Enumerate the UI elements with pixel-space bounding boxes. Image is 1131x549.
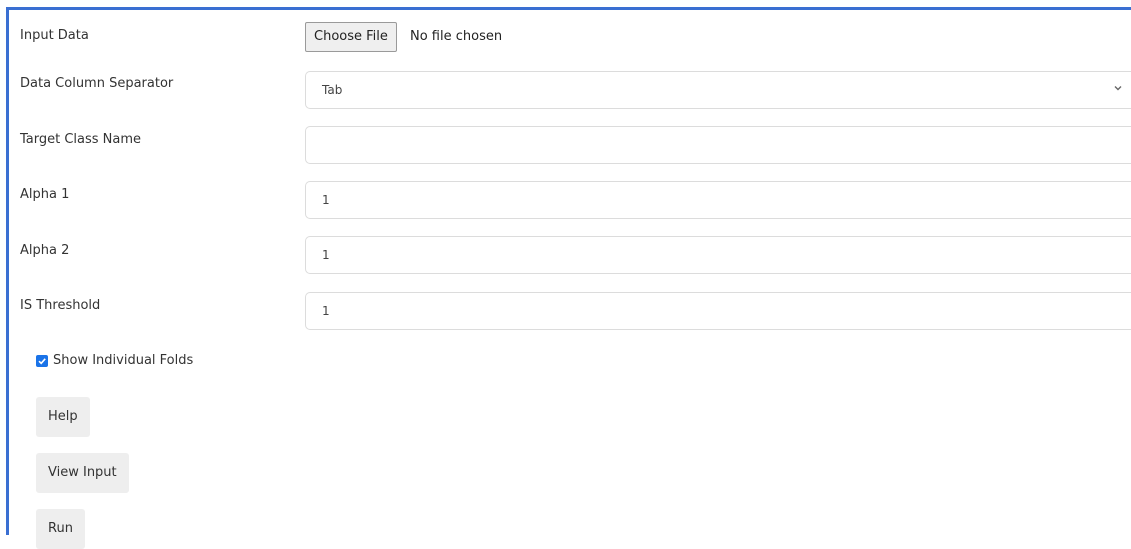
separator-selected-value: Tab xyxy=(322,83,343,97)
file-status-text: No file chosen xyxy=(410,29,503,44)
is-threshold-input[interactable] xyxy=(305,292,1131,330)
target-class-label: Target Class Name xyxy=(20,132,142,147)
input-data-label: Input Data xyxy=(20,28,89,43)
separator-select[interactable]: Tab xyxy=(305,71,1131,109)
show-folds-row[interactable]: Show Individual Folds xyxy=(36,353,193,368)
chevron-down-icon xyxy=(1113,83,1123,96)
checkmark-icon xyxy=(38,357,46,364)
alpha1-input[interactable] xyxy=(305,181,1131,219)
separator-label: Data Column Separator xyxy=(20,76,174,91)
panel-border-top xyxy=(6,7,1131,10)
view-input-button[interactable]: View Input xyxy=(36,453,129,493)
is-threshold-label: IS Threshold xyxy=(20,298,101,313)
show-folds-checkbox[interactable] xyxy=(36,354,48,367)
alpha2-label: Alpha 2 xyxy=(20,243,70,258)
run-button[interactable]: Run xyxy=(36,509,85,549)
alpha1-label: Alpha 1 xyxy=(20,187,70,202)
show-folds-label: Show Individual Folds xyxy=(53,353,194,368)
help-button[interactable]: Help xyxy=(36,397,90,437)
panel-border-left xyxy=(6,7,9,535)
form-panel: Input Data Choose File No file chosen Da… xyxy=(0,0,1131,549)
choose-file-button[interactable]: Choose File xyxy=(305,22,397,52)
alpha2-input[interactable] xyxy=(305,236,1131,274)
target-class-input[interactable] xyxy=(305,126,1131,164)
